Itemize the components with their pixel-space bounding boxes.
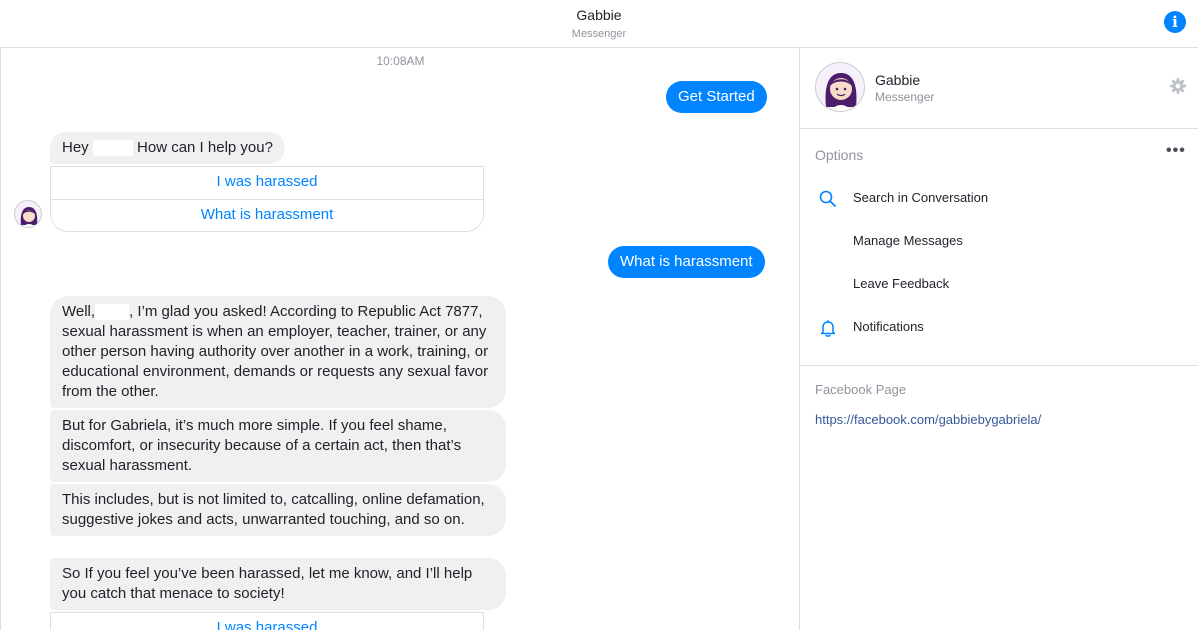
manage-messages-item[interactable]: Manage Messages [815,230,1185,254]
incoming-message: This includes, but is not limited to, ca… [50,484,506,536]
outgoing-message: What is harassment [608,246,765,278]
search-in-conversation-item[interactable]: Search in Conversation [815,187,1185,211]
message-text: But for Gabriela, it’s much more simple.… [62,417,462,474]
more-options-icon[interactable]: ••• [1166,142,1186,160]
redacted-name [92,140,133,157]
message-text: This includes, but is not limited to, ca… [62,491,485,528]
facebook-page-link[interactable]: https://facebook.com/gabbiebygabriela/ [815,412,1041,427]
divider [800,365,1198,366]
conversation-header: Gabbie Messenger i [0,0,1198,48]
message-text: So If you feel you’ve been harassed, let… [62,565,473,602]
avatar-illustration [825,73,857,111]
avatar[interactable] [815,62,865,112]
quick-reply-i-was-harassed[interactable]: I was harassed [51,167,483,199]
quick-reply-i-was-harassed[interactable]: I was harassed [51,613,483,630]
incoming-message: So If you feel you’ve been harassed, let… [50,558,506,610]
profile-subtitle: Messenger [875,90,935,104]
message-text: Well, [62,303,96,320]
menu-item-label: Manage Messages [853,233,963,248]
avatar-illustration [20,207,38,227]
message-text: What is harassment [620,253,753,270]
redacted-name [95,304,130,321]
message-text: How can I help you? [137,139,273,156]
profile-name: Gabbie [875,72,921,88]
conversation-title: Gabbie [576,7,622,23]
message-timestamp: 10:08AM [376,54,425,68]
menu-item-label: Leave Feedback [853,276,950,291]
message-thread[interactable]: 10:08AM Get Started Hey How can I help y… [0,48,799,630]
leave-feedback-item[interactable]: Leave Feedback [815,273,1185,297]
profile-header: Gabbie Messenger [800,48,1198,129]
bell-icon [820,320,836,337]
conversation-subtitle: Messenger [571,28,627,40]
conversation-details-panel: Gabbie Messenger Options ••• Search in C… [799,48,1198,630]
search-icon [819,190,836,207]
facebook-page-heading: Facebook Page [815,382,907,397]
quick-reply-what-is-harassment[interactable]: What is harassment [51,199,483,231]
avatar[interactable] [14,200,42,228]
quick-replies: I was harassed What is harassment [50,166,484,232]
notifications-item[interactable]: Notifications [815,316,1185,340]
menu-item-label: Notifications [853,319,924,334]
incoming-message: Well,, I’m glad you asked! According to … [50,296,506,408]
incoming-message: Hey How can I help you? [50,132,285,164]
options-heading: Options [815,147,864,163]
incoming-message: But for Gabriela, it’s much more simple.… [50,410,506,482]
outgoing-message: Get Started [666,81,767,113]
message-text: Hey [62,139,89,156]
quick-replies: I was harassed [50,612,484,630]
message-text: Get Started [678,88,755,105]
info-icon[interactable]: i [1164,11,1186,33]
gear-icon[interactable] [1169,77,1187,95]
menu-item-label: Search in Conversation [853,190,989,205]
